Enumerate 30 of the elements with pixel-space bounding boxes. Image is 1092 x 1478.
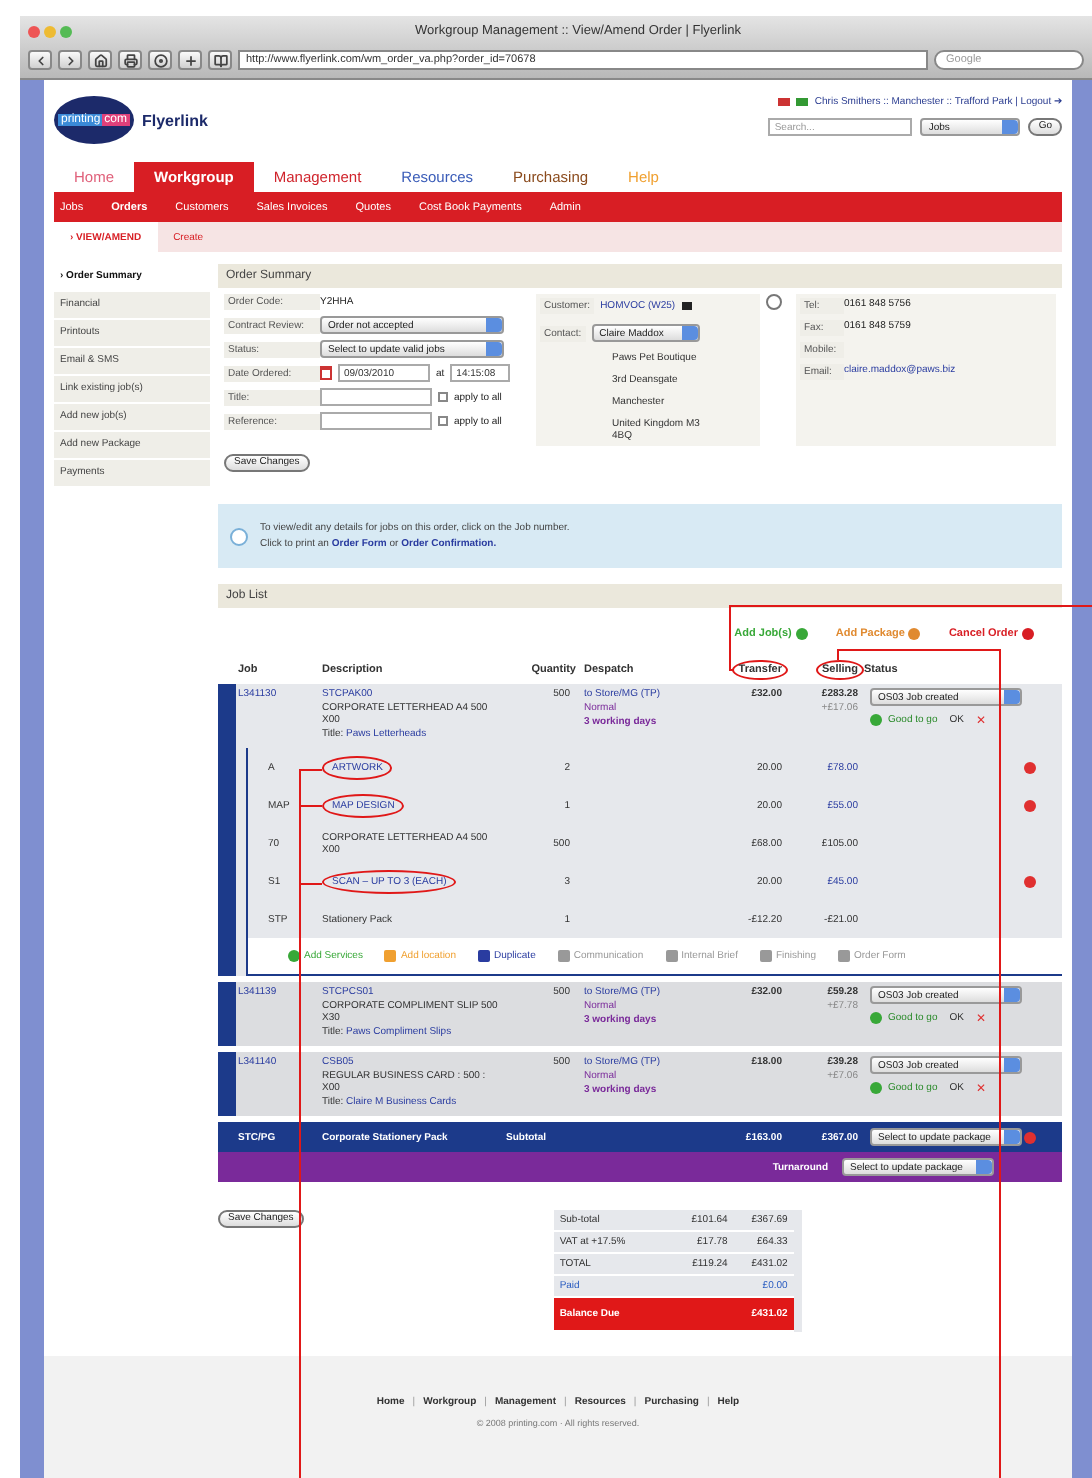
stop-button[interactable]: [148, 50, 172, 70]
disc-icon: [153, 53, 167, 67]
card-icon: [681, 302, 692, 310]
forward-icon: [63, 53, 77, 67]
ok-icon: [870, 1082, 882, 1094]
ok-icon: [870, 1012, 882, 1024]
back-button[interactable]: [28, 50, 52, 70]
calendar-icon[interactable]: [320, 366, 332, 380]
remove-icon[interactable]: [1024, 875, 1036, 887]
remove-icon[interactable]: [1024, 761, 1036, 773]
input-field[interactable]: [320, 412, 432, 430]
ok-icon: [870, 714, 882, 726]
add-button[interactable]: [178, 50, 202, 70]
printer-icon: [123, 53, 137, 67]
home-icon: [93, 53, 107, 67]
bookmarks-button[interactable]: [208, 50, 232, 70]
remove-icon[interactable]: [1024, 799, 1036, 811]
back-icon: [33, 53, 47, 67]
input-field[interactable]: [320, 388, 432, 406]
home-button[interactable]: [88, 50, 112, 70]
clock-icon[interactable]: [766, 294, 782, 310]
plus-icon: [183, 53, 197, 67]
info-icon: [230, 527, 248, 545]
checkbox[interactable]: [438, 416, 448, 426]
book-icon: [213, 53, 227, 67]
forward-button[interactable]: [58, 50, 82, 70]
print-button[interactable]: [118, 50, 142, 70]
remove-icon[interactable]: [1024, 1131, 1036, 1143]
checkbox[interactable]: [438, 392, 448, 402]
brand-name: Flyerlink: [142, 111, 208, 129]
